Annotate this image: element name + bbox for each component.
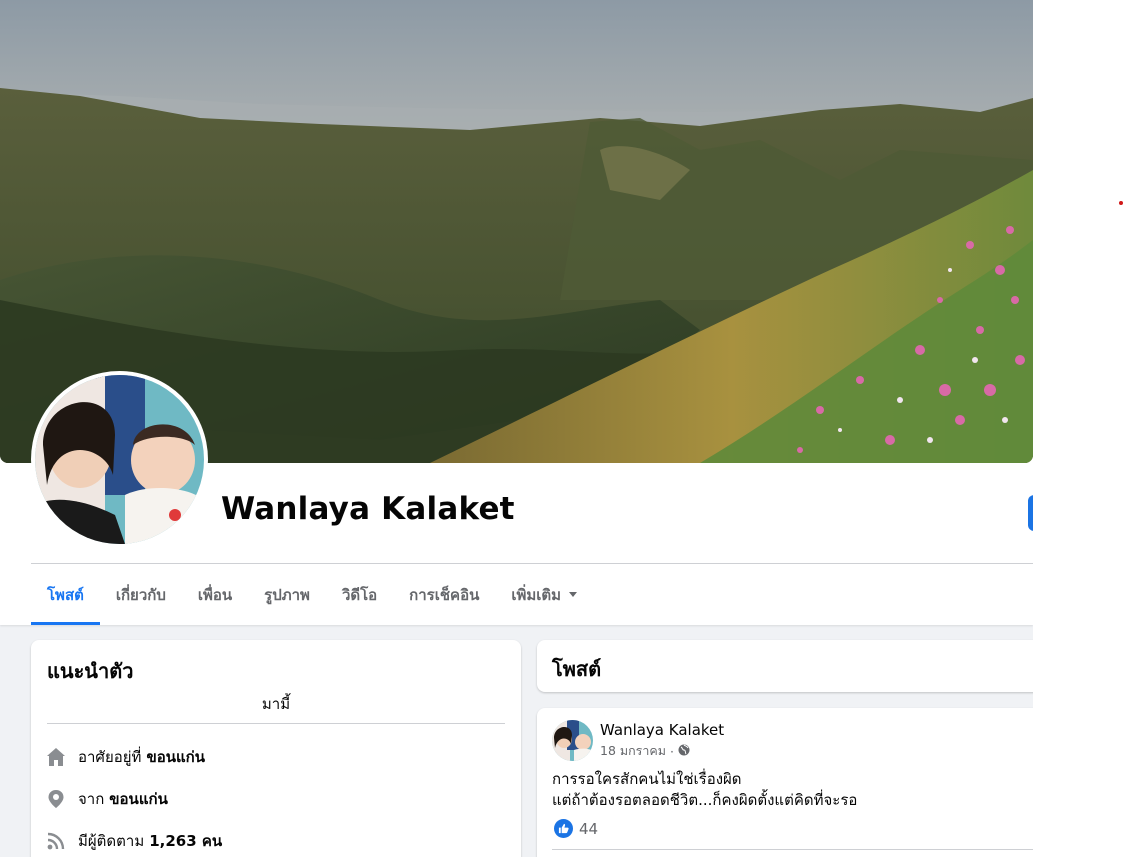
post-text-line: การรอใครสักคนไม่ใช่เรื่องผิด bbox=[552, 770, 742, 788]
tab-label: วิดีโอ bbox=[341, 585, 378, 604]
intro-from: จาก ขอนแก่น bbox=[46, 787, 168, 811]
profile-name: Wanlaya Kalaket bbox=[221, 491, 515, 527]
from-city-link[interactable]: ขอนแก่น bbox=[109, 787, 168, 811]
notification-dot bbox=[1119, 201, 1123, 205]
profile-canvas: Wanlaya Kalaket โพสต์ เกี่ยวกับ เพื่อน ร… bbox=[0, 0, 1033, 857]
profile-avatar[interactable] bbox=[31, 371, 208, 548]
rss-feed-icon bbox=[46, 831, 66, 851]
profile-tabs: โพสต์ เกี่ยวกับ เพื่อน รูปภาพ วิดีโอ การ… bbox=[31, 564, 593, 625]
meta-separator: · bbox=[670, 743, 675, 759]
like-count: 44 bbox=[579, 819, 599, 838]
home-icon bbox=[46, 747, 66, 767]
from-prefix: จาก bbox=[78, 790, 105, 808]
tab-label: เพิ่มเติม bbox=[511, 585, 562, 604]
post-text-line: แต่ถ้าต้องรอตลอดชีวิต...ก็คงผิดตั้งแต่คิ… bbox=[552, 791, 858, 809]
tab-label: โพสต์ bbox=[47, 585, 84, 604]
post-date-link[interactable]: 18 มกราคม bbox=[600, 741, 666, 761]
intro-title: แนะนำตัว bbox=[47, 659, 134, 683]
post-card: Wanlaya Kalaket 18 มกราคม · การรอใครสักค… bbox=[537, 708, 1033, 857]
tab-posts[interactable]: โพสต์ bbox=[31, 564, 100, 625]
bio-divider bbox=[47, 723, 505, 724]
tab-about[interactable]: เกี่ยวกับ bbox=[100, 564, 182, 625]
tab-more[interactable]: เพิ่มเติม bbox=[495, 564, 593, 625]
intro-bio: มามี้ bbox=[261, 695, 291, 713]
profile-photo bbox=[35, 375, 204, 544]
post-reactions[interactable]: 44 bbox=[554, 819, 598, 838]
facebook-profile-page: Wanlaya Kalaket โพสต์ เกี่ยวกับ เพื่อน ร… bbox=[0, 0, 1125, 857]
post-text: การรอใครสักคนไม่ใช่เรื่องผิด แต่ถ้าต้องร… bbox=[552, 769, 857, 811]
profile-header: Wanlaya Kalaket โพสต์ เกี่ยวกับ เพื่อน ร… bbox=[0, 0, 1033, 625]
lives-in-city-link[interactable]: ขอนแก่น bbox=[146, 745, 205, 769]
posts-section-title: โพสต์ bbox=[552, 657, 602, 681]
post-meta: 18 มกราคม · bbox=[600, 741, 690, 761]
tab-friends[interactable]: เพื่อน bbox=[182, 564, 248, 625]
globe-icon bbox=[678, 744, 690, 759]
posts-header-card: โพสต์ bbox=[537, 640, 1033, 692]
intro-followers: มีผู้ติดตาม 1,263 คน bbox=[46, 829, 222, 853]
intro-card: แนะนำตัว มามี้ อาศัยอยู่ที่ ขอนแก่น จาก … bbox=[31, 640, 521, 857]
followers-prefix: มีผู้ติดตาม bbox=[78, 832, 145, 850]
caret-down-icon bbox=[569, 592, 578, 597]
tab-label: การเช็คอิน bbox=[409, 585, 480, 604]
tab-photos[interactable]: รูปภาพ bbox=[248, 564, 326, 625]
tab-label: เพื่อน bbox=[197, 585, 233, 604]
tab-checkins[interactable]: การเช็คอิน bbox=[393, 564, 495, 625]
post-author-avatar[interactable] bbox=[552, 720, 593, 761]
tab-label: รูปภาพ bbox=[264, 585, 310, 604]
followers-count-link[interactable]: 1,263 คน bbox=[149, 829, 222, 853]
blank-margin bbox=[1033, 0, 1125, 857]
post-author-name[interactable]: Wanlaya Kalaket bbox=[600, 721, 724, 739]
lives-in-prefix: อาศัยอยู่ที่ bbox=[78, 748, 142, 766]
location-pin-icon bbox=[46, 789, 66, 809]
tab-label: เกี่ยวกับ bbox=[115, 585, 166, 604]
intro-lives-in: อาศัยอยู่ที่ ขอนแก่น bbox=[46, 745, 205, 769]
like-reaction-icon bbox=[554, 819, 573, 838]
post-divider bbox=[552, 849, 1033, 850]
tab-videos[interactable]: วิดีโอ bbox=[326, 564, 393, 625]
